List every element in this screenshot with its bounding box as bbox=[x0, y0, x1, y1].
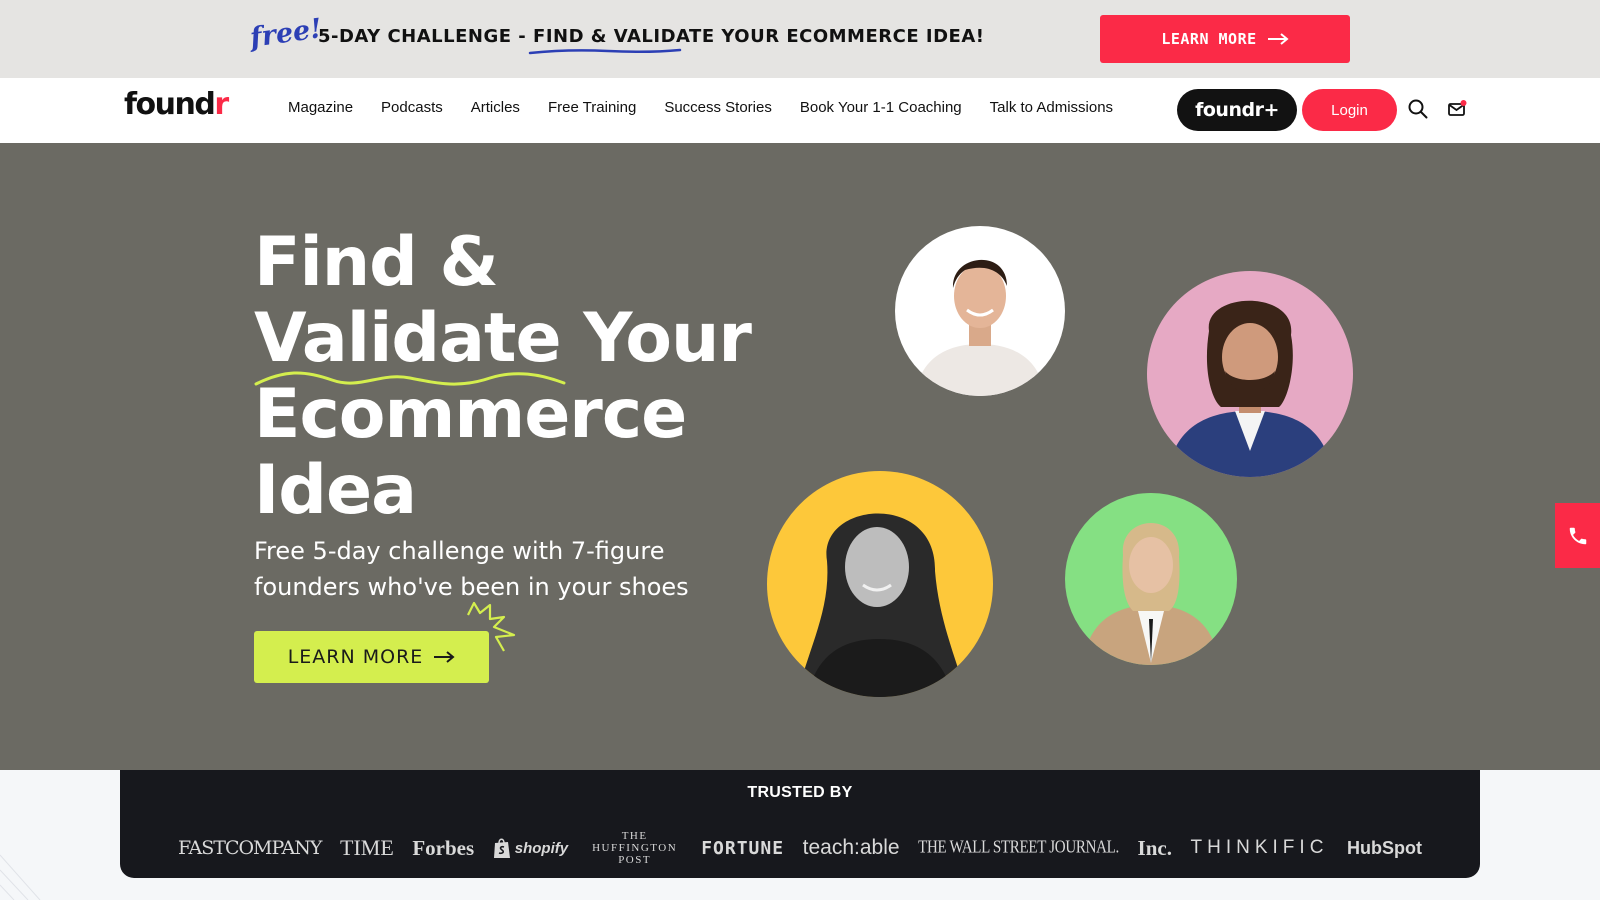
hero-title-line: Validate Your bbox=[254, 299, 752, 378]
validate-squiggle-decoration bbox=[254, 371, 566, 386]
hubspot-logo: HubSpot bbox=[1346, 837, 1422, 858]
hero-title-line: Find & bbox=[254, 223, 499, 302]
hero-section: Find & Validate Your Ecommerce Idea Free… bbox=[0, 143, 1600, 770]
founder-photo-placeholder bbox=[1167, 300, 1333, 477]
nav-link-success-stories[interactable]: Success Stories bbox=[664, 99, 772, 116]
phone-icon bbox=[1569, 527, 1586, 544]
forbes-logo: Forbes bbox=[412, 835, 475, 860]
hero-learn-more-button[interactable]: LEARN MORE bbox=[254, 631, 489, 683]
founder-avatar-4 bbox=[1065, 493, 1237, 665]
shopify-bag-icon bbox=[493, 838, 510, 858]
login-button[interactable]: Login bbox=[1302, 89, 1397, 131]
fortune-logo: FORTUNE bbox=[701, 837, 785, 859]
foundr-plus-button[interactable]: foundr+ bbox=[1177, 89, 1297, 131]
wall-street-journal-logo: THE WALL STREET JOURNAL. bbox=[918, 837, 1119, 857]
founder-avatar-1 bbox=[895, 226, 1065, 396]
promo-learn-more-button[interactable]: LEARN MORE bbox=[1100, 15, 1350, 63]
nav-link-magazine[interactable]: Magazine bbox=[288, 99, 353, 116]
nav-link-podcasts[interactable]: Podcasts bbox=[381, 99, 443, 116]
background-decoration-lines bbox=[0, 854, 41, 900]
inc-logo: Inc. bbox=[1137, 835, 1172, 860]
trusted-by-section: TRUSTED BY FASTCOMPANY TIME Forbes shopi… bbox=[120, 770, 1480, 878]
mail-icon[interactable] bbox=[1447, 99, 1467, 119]
nav-links: Magazine Podcasts Articles Free Training… bbox=[288, 99, 1113, 116]
thinkific-logo: THINKIFIC bbox=[1190, 837, 1329, 858]
trusted-logos: FASTCOMPANY TIME Forbes shopify THE HUFF… bbox=[178, 830, 1422, 866]
hero-title-line: Idea bbox=[254, 451, 417, 530]
shopify-logo-text: shopify bbox=[514, 839, 569, 857]
nav-link-free-training[interactable]: Free Training bbox=[548, 99, 636, 116]
promo-learn-more-label: LEARN MORE bbox=[1161, 30, 1257, 48]
nav-link-talk-to-admissions[interactable]: Talk to Admissions bbox=[990, 99, 1113, 116]
trusted-by-title: TRUSTED BY bbox=[747, 784, 853, 801]
arrow-right-icon bbox=[1267, 33, 1289, 45]
shopify-logo: shopify bbox=[493, 837, 568, 859]
arrow-right-icon bbox=[434, 651, 455, 663]
logo-main: found bbox=[124, 87, 216, 122]
founder-photo-placeholder bbox=[915, 259, 1045, 396]
search-icon[interactable] bbox=[1408, 99, 1428, 119]
founder-avatar-2 bbox=[1147, 271, 1353, 477]
nav-link-articles[interactable]: Articles bbox=[471, 99, 520, 116]
hero-subtitle: Free 5-day challenge with 7-figure found… bbox=[254, 537, 689, 601]
promo-banner: free! 5-DAY CHALLENGE - FIND & VALIDATE … bbox=[0, 0, 1600, 78]
time-logo: TIME bbox=[340, 835, 394, 860]
teachable-logo: teach:able bbox=[802, 836, 900, 859]
founder-avatar-3 bbox=[767, 471, 993, 697]
promo-text-suffix: YOUR ECOMMERCE IDEA! bbox=[714, 26, 985, 47]
hero-learn-more-label: LEARN MORE bbox=[287, 646, 424, 668]
promo-underline-decoration bbox=[528, 48, 682, 55]
founder-photo-placeholder bbox=[797, 513, 967, 697]
nav-link-book-coaching[interactable]: Book Your 1-1 Coaching bbox=[800, 99, 962, 116]
main-nav: foundr Magazine Podcasts Articles Free T… bbox=[0, 78, 1600, 143]
huffington-post-logo: THE HUFFINGTON POST bbox=[592, 830, 678, 866]
promo-text: 5-DAY CHALLENGE - FIND & VALIDATE YOUR E… bbox=[318, 26, 984, 47]
foundr-logo[interactable]: foundr bbox=[124, 87, 229, 122]
promo-free-label: free! bbox=[248, 13, 324, 54]
promo-text-highlight: FIND & VALIDATE bbox=[533, 26, 715, 47]
call-button[interactable] bbox=[1555, 503, 1600, 568]
logo-accent: r bbox=[214, 87, 229, 122]
fastcompany-logo: FASTCOMPANY bbox=[178, 837, 322, 859]
promo-text-prefix: 5-DAY CHALLENGE - bbox=[318, 26, 534, 47]
founder-photo-placeholder bbox=[1083, 523, 1219, 665]
